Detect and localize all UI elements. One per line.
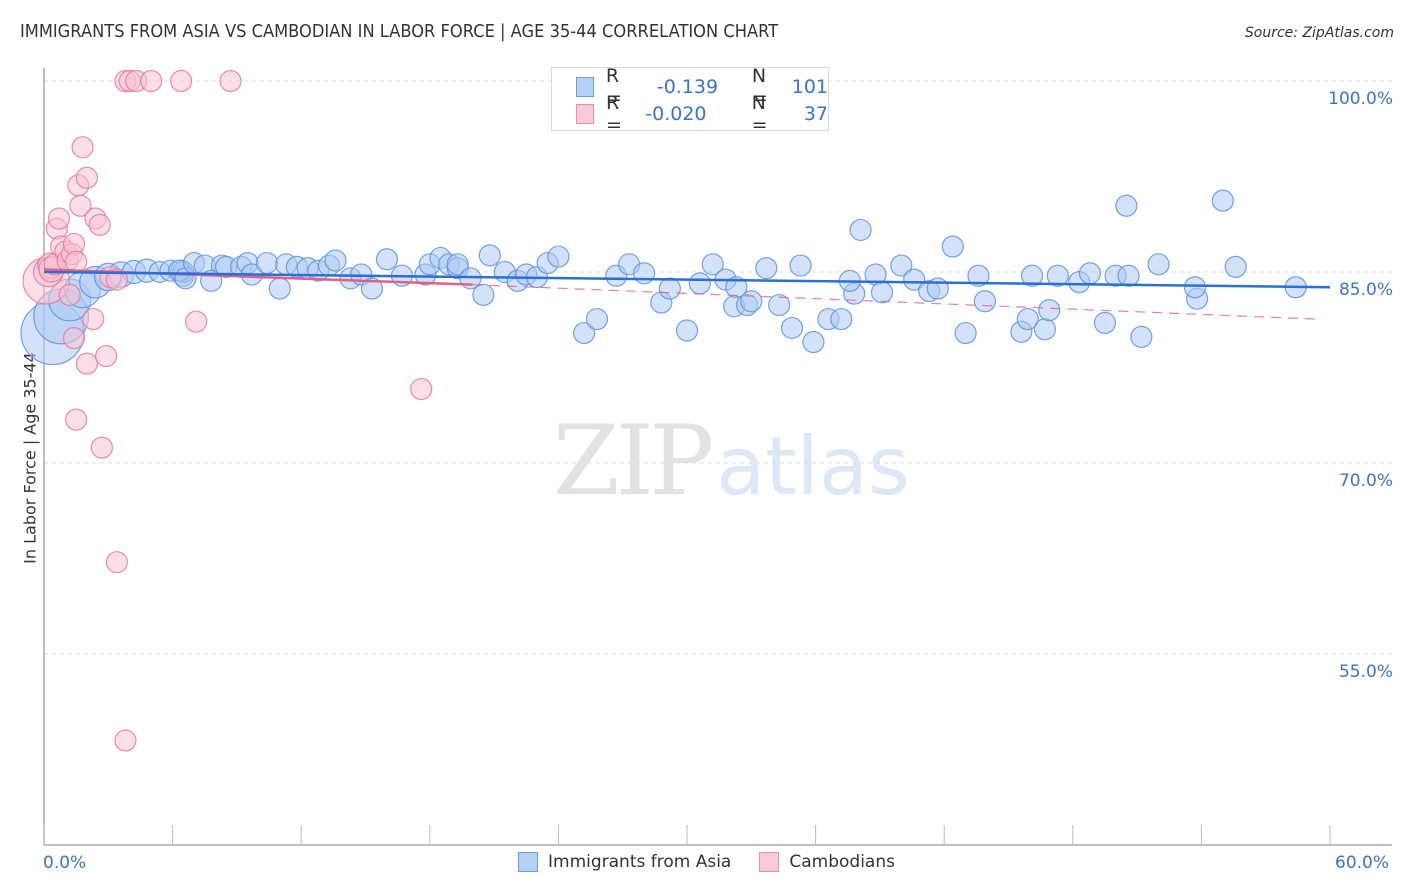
point-cambodians [62, 327, 86, 350]
point-immigrants-from-asia [688, 272, 711, 295]
legend-r-value: -0.139 [656, 76, 719, 98]
point-immigrants-from-asia [1130, 325, 1153, 348]
point-cambodians [47, 207, 71, 230]
legend-swatch-blue [518, 852, 538, 872]
legend-item-cambodians: Cambodians [759, 852, 895, 872]
point-cambodians [114, 729, 137, 752]
x-tick-label-max: 60.0% [1335, 853, 1390, 873]
point-cambodians [88, 213, 111, 236]
point-cambodians [410, 377, 433, 401]
point-immigrants-from-asia [973, 290, 997, 313]
point-cambodians [140, 69, 163, 93]
y-tick-labels: 100.0% 85.0% 70.0% 55.0% [1328, 89, 1393, 682]
y-tick-label: 100.0% [1328, 89, 1393, 109]
legend-n-value: 101 [791, 76, 829, 98]
point-immigrants-from-asia [755, 257, 778, 280]
series-cambodians [22, 69, 433, 752]
point-cambodians [105, 551, 128, 574]
series-immigrants-from-asia [20, 189, 1307, 366]
point-immigrants-from-asia [633, 262, 656, 285]
point-immigrants-from-asia [926, 277, 949, 300]
point-immigrants-from-asia [954, 321, 977, 345]
point-cambodians [185, 310, 208, 333]
point-immigrants-from-asia [255, 251, 279, 275]
point-cambodians [170, 69, 193, 93]
point-cambodians [71, 136, 94, 159]
point-immigrants-from-asia [740, 290, 763, 313]
legend-swatch-pink [759, 852, 780, 872]
legend-r-label: R = [606, 92, 622, 136]
legend-item-asia: Immigrants from Asia [518, 852, 731, 872]
point-immigrants-from-asia [658, 277, 681, 300]
point-immigrants-from-asia [585, 307, 609, 331]
legend-label-cambodians: Cambodians [789, 852, 895, 872]
point-immigrants-from-asia [472, 283, 495, 306]
legend-swatch-pink [576, 104, 594, 124]
grid-lines [44, 80, 1392, 655]
y-tick-label: 70.0% [1339, 471, 1393, 491]
point-immigrants-from-asia [849, 218, 872, 242]
point-immigrants-from-asia [675, 319, 699, 342]
point-immigrants-from-asia [547, 245, 570, 268]
series-legend: Immigrants from Asia Cambodians [518, 852, 923, 872]
legend-swatch-blue [576, 77, 594, 97]
point-immigrants-from-asia [789, 254, 812, 277]
scatter-plot: 100.0% 85.0% 70.0% 55.0% [20, 68, 1393, 846]
y-tick-label: 55.0% [1339, 662, 1393, 682]
point-immigrants-from-asia [478, 244, 501, 267]
point-cambodians [90, 436, 113, 459]
point-immigrants-from-asia [375, 248, 399, 271]
point-immigrants-from-asia [802, 330, 825, 354]
point-cambodians [219, 69, 242, 93]
axes [43, 68, 1392, 846]
legend-label-asia: Immigrants from Asia [548, 852, 732, 872]
point-cambodians [95, 344, 118, 368]
point-cambodians [82, 307, 105, 331]
point-immigrants-from-asia [1183, 276, 1207, 299]
point-cambodians [75, 166, 98, 189]
point-immigrants-from-asia [941, 235, 964, 258]
point-immigrants-from-asia [268, 277, 291, 300]
legend-n-label: N = [751, 92, 768, 136]
point-cambodians [65, 408, 88, 431]
point-immigrants-from-asia [830, 307, 853, 331]
point-immigrants-from-asia [1115, 194, 1138, 217]
legend-row-cambodians: R = -0.020 N = 37 [576, 92, 828, 136]
y-tick-label: 85.0% [1339, 280, 1393, 300]
point-cambodians [75, 352, 98, 375]
x-tick-label-min: 0.0% [43, 853, 87, 873]
point-immigrants-from-asia [1224, 255, 1247, 278]
legend-r-value: -0.020 [645, 103, 707, 125]
point-immigrants-from-asia [780, 316, 804, 340]
point-immigrants-from-asia [1093, 311, 1117, 334]
legend-n-value: 37 [803, 103, 828, 125]
point-immigrants-from-asia [1117, 264, 1140, 287]
point-immigrants-from-asia [324, 249, 347, 272]
point-immigrants-from-asia [1211, 189, 1234, 212]
point-immigrants-from-asia [1038, 299, 1061, 322]
point-immigrants-from-asia [1033, 318, 1057, 341]
correlation-legend: R = -0.139 N = 101 R = -0.020 N = 37 [551, 65, 829, 136]
point-immigrants-from-asia [1078, 262, 1102, 285]
point-immigrants-from-asia [1147, 253, 1170, 276]
point-immigrants-from-asia [870, 281, 894, 304]
point-cambodians [58, 283, 81, 306]
